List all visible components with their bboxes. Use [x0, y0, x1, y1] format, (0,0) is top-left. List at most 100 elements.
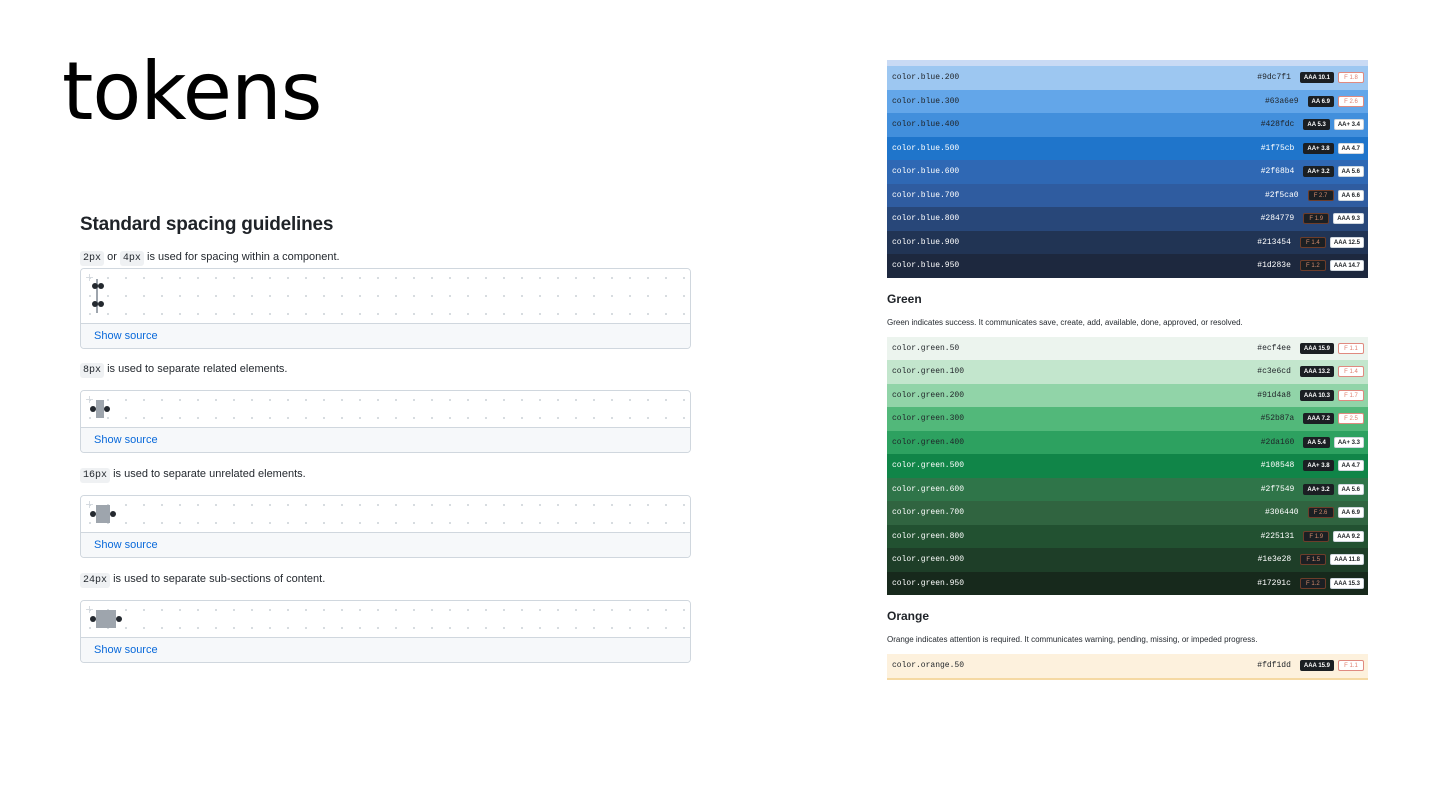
spacing-example-16px: Show source: [80, 495, 691, 558]
contrast-badge-light: AAA 14.7: [1329, 260, 1364, 272]
token-name: color.blue.500: [892, 143, 960, 153]
token-hex: #213454: [1257, 237, 1291, 247]
contrast-badge-dark: AA+ 3.8: [1303, 142, 1334, 154]
token-name: color.blue.900: [892, 237, 960, 247]
contrast-badge-dark: F 1.9: [1303, 530, 1330, 542]
contrast-badge-dark: F 1.2: [1299, 260, 1326, 272]
contrast-badge-light: AAA 9.2: [1333, 530, 1364, 542]
contrast-badge-light: AAA 11.8: [1330, 554, 1364, 566]
spacing-example-small: Show source: [80, 268, 691, 349]
grid-background: [81, 601, 690, 637]
color-token-table: color.blue.200 #9dc7f1 AAA 10.1 F 1.8 color.…: [887, 60, 1368, 680]
spacing-heading: Standard spacing guidelines: [80, 214, 334, 235]
color-row: color.green.400 #2da160 AA 5.4 AA+ 3.3: [887, 430, 1368, 454]
green-description: Green indicates success. It communicates…: [887, 317, 1243, 327]
token-name: color.green.950: [892, 578, 965, 588]
spacing-grid: [81, 391, 690, 427]
description-text: is used for spacing within a component.: [147, 251, 340, 263]
show-source-link[interactable]: Show source: [81, 323, 690, 348]
show-source-link[interactable]: Show source: [81, 532, 690, 557]
token-name: color.blue.200: [892, 73, 960, 83]
token-name: color.green.400: [892, 437, 965, 447]
contrast-badge-light: AA 5.6: [1337, 166, 1364, 178]
token-hex: #52b87a: [1260, 414, 1295, 424]
contrast-badge-dark: F 1.4: [1299, 236, 1326, 248]
contrast-badge-dark: AAA 15.9: [1299, 342, 1334, 354]
contrast-badge-dark: AA 5.4: [1303, 436, 1330, 448]
token-hex: #428fdc: [1260, 120, 1295, 130]
contrast-badge-light: AA+ 3.3: [1333, 436, 1364, 448]
color-row: color.blue.800 #284779 F 1.9 AAA 9.3: [887, 207, 1368, 231]
contrast-badge-light: AA 6.6: [1337, 189, 1364, 201]
color-row: color.blue.300 #63a6e9 AA 6.9 F 2.6: [887, 89, 1368, 113]
token-hex: #108548: [1260, 461, 1295, 471]
contrast-badge-light: F 1.8: [1338, 72, 1364, 84]
blue-color-rows: color.blue.200 #9dc7f1 AAA 10.1 F 1.8 color.…: [887, 66, 1368, 278]
contrast-badge-dark: AA 6.9: [1307, 95, 1334, 107]
color-row: color.green.700 #306440 F 2.6 AA 6.9: [887, 501, 1368, 525]
contrast-badge-light: F 1.1: [1338, 342, 1364, 354]
token-hex: #1e3e28: [1257, 555, 1292, 565]
token-hex: #2f68b4: [1260, 167, 1295, 177]
spacing-example-8px: Show source: [80, 390, 691, 453]
token-hex: #c3e6cd: [1257, 367, 1291, 377]
token-name: color.blue.300: [892, 96, 960, 106]
contrast-badge-dark: AAA 13.2: [1299, 366, 1334, 378]
slide-title: tokens: [62, 45, 322, 138]
token-name: color.green.300: [892, 414, 965, 424]
orange-color-rows: color.orange.50 #fdf1dd AAA 15.9 F 1.1: [887, 654, 1368, 678]
token-name: color.green.500: [892, 461, 965, 471]
color-row: color.blue.500 #1f75cb AA+ 3.8 AA 4.7: [887, 136, 1368, 160]
spacing-description-16px: 16px is used to separate unrelated eleme…: [80, 463, 691, 485]
contrast-badge-light: AAA 15.3: [1329, 577, 1364, 589]
color-row: color.blue.900 #213454 F 1.4 AAA 12.5: [887, 230, 1368, 254]
spacing-grid: [81, 269, 690, 323]
show-source-link[interactable]: Show source: [81, 427, 690, 452]
spacing-example-24px: Show source: [80, 600, 691, 663]
spacing-grid: [81, 496, 690, 532]
token-hex: #fdf1dd: [1257, 661, 1291, 671]
contrast-badge-dark: F 1.2: [1299, 577, 1326, 589]
contrast-badge-dark: AA+ 3.8: [1303, 460, 1334, 472]
contrast-badge-light: AA+ 3.4: [1333, 119, 1364, 131]
token-name: color.blue.400: [892, 120, 960, 130]
color-row: color.green.950 #17291c F 1.2 AAA 15.3: [887, 571, 1368, 595]
contrast-badge-dark: AAA 7.2: [1303, 413, 1334, 425]
contrast-badge-light: AAA 9.3: [1333, 213, 1364, 225]
token-hex: #1d283e: [1257, 261, 1291, 271]
grid-background: [81, 496, 690, 532]
contrast-badge-dark: AA+ 3.2: [1303, 483, 1334, 495]
token-code: 24px: [80, 573, 111, 588]
token-hex: #306440: [1264, 508, 1299, 518]
contrast-badge-dark: F 2.7: [1307, 189, 1334, 201]
token-name: color.blue.600: [892, 167, 960, 177]
contrast-badge-light: F 1.7: [1338, 389, 1364, 401]
spacing-grid: [81, 601, 690, 637]
color-row: color.green.600 #2f7549 AA+ 3.2 AA 5.6: [887, 477, 1368, 501]
contrast-badge-dark: F 1.9: [1303, 213, 1330, 225]
color-row: color.blue.600 #2f68b4 AA+ 3.2 AA 5.6: [887, 160, 1368, 184]
show-source-link[interactable]: Show source: [81, 637, 690, 662]
color-row: color.orange.50 #fdf1dd AAA 15.9 F 1.1: [887, 654, 1368, 678]
description-text: is used to separate sub-sections of cont…: [113, 573, 326, 585]
orange-description: Orange indicates attention is required. …: [887, 635, 1258, 644]
token-hex: #9dc7f1: [1257, 73, 1291, 83]
token-code: 16px: [80, 468, 111, 483]
description-text: is used to separate unrelated elements.: [113, 468, 306, 480]
color-row: color.blue.200 #9dc7f1 AAA 10.1 F 1.8: [887, 66, 1368, 90]
contrast-badge-dark: AA 5.3: [1303, 119, 1330, 131]
green-color-rows: color.green.50 #ecf4ee AAA 15.9 F 1.1 color.…: [887, 336, 1368, 595]
contrast-badge-light: F 1.1: [1338, 660, 1364, 672]
green-heading: Green: [887, 291, 922, 306]
token-hex: #225131: [1260, 531, 1295, 541]
token-code: 4px: [119, 251, 144, 266]
color-row: color.green.100 #c3e6cd AAA 13.2 F 1.4: [887, 360, 1368, 384]
contrast-badge-dark: F 2.6: [1307, 507, 1334, 519]
orange-heading: Orange: [887, 609, 930, 623]
color-row-partial: [887, 60, 1368, 66]
orange-row-edge: [887, 677, 1368, 680]
token-name: color.blue.800: [892, 214, 960, 224]
color-row: color.blue.700 #2f5ca0 F 2.7 AA 6.6: [887, 183, 1368, 207]
token-hex: #17291c: [1257, 578, 1291, 588]
spacing-description-small: 2px or 4px is used for spacing within a …: [80, 246, 691, 268]
